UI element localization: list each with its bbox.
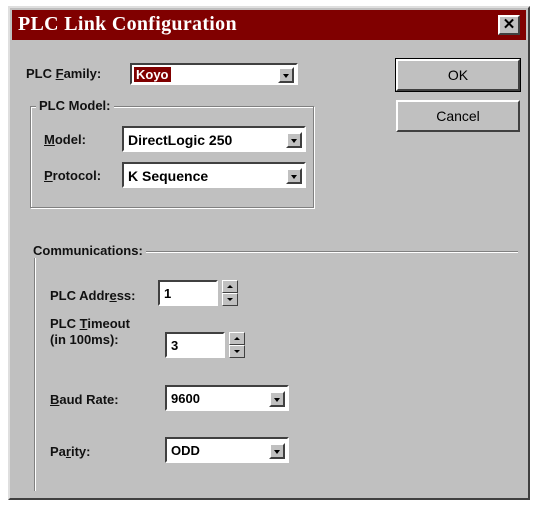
spin-down-icon[interactable] <box>222 293 238 306</box>
plc-timeout-label: PLC Timeout (in 100ms): <box>50 316 130 347</box>
parity-label: Parity: <box>50 444 91 459</box>
protocol-value: K Sequence <box>128 168 209 184</box>
plc-address-input[interactable]: 1 <box>158 280 218 306</box>
model-label: Model: <box>44 132 86 147</box>
communications-group-title: Communications: <box>30 243 146 258</box>
close-icon: ✕ <box>502 16 516 33</box>
communications-left-border <box>34 251 36 491</box>
baud-rate-value: 9600 <box>171 391 200 406</box>
cancel-button-label: Cancel <box>436 108 480 124</box>
chevron-down-icon[interactable] <box>286 132 302 148</box>
parity-value: ODD <box>171 443 200 458</box>
window-title: PLC Link Configuration <box>18 13 237 35</box>
plc-model-group <box>30 106 314 208</box>
baud-rate-label: Baud Rate: <box>50 392 119 407</box>
ok-button-label: OK <box>447 67 469 83</box>
cancel-button[interactable]: Cancel <box>396 100 520 132</box>
plc-family-select[interactable]: Koyo <box>130 63 298 85</box>
plc-timeout-input[interactable]: 3 <box>165 332 225 358</box>
close-button[interactable]: ✕ <box>498 15 520 35</box>
plc-family-value: Koyo <box>134 67 171 82</box>
plc-timeout-spinner[interactable] <box>229 332 245 358</box>
plc-address-spinner[interactable] <box>222 280 238 306</box>
plc-address-value: 1 <box>164 286 172 301</box>
chevron-down-icon[interactable] <box>269 443 285 459</box>
chevron-down-icon[interactable] <box>278 67 294 83</box>
ok-button[interactable]: OK <box>395 58 521 92</box>
title-bar[interactable]: PLC Link Configuration ✕ <box>12 10 526 40</box>
protocol-label: Protocol: <box>44 168 102 183</box>
plc-link-config-dialog: PLC Link Configuration ✕ PLC Family: Koy… <box>8 6 530 500</box>
chevron-down-icon[interactable] <box>269 391 285 407</box>
spin-up-icon[interactable] <box>229 332 245 345</box>
plc-address-label: PLC Address: <box>50 288 136 303</box>
plc-model-group-title: PLC Model: <box>36 98 114 113</box>
chevron-down-icon[interactable] <box>286 168 302 184</box>
parity-select[interactable]: ODD <box>165 437 289 463</box>
spin-up-icon[interactable] <box>222 280 238 293</box>
baud-rate-select[interactable]: 9600 <box>165 385 289 411</box>
model-select[interactable]: DirectLogic 250 <box>122 126 306 152</box>
protocol-select[interactable]: K Sequence <box>122 162 306 188</box>
plc-timeout-value: 3 <box>171 338 179 353</box>
model-value: DirectLogic 250 <box>128 132 233 148</box>
spin-down-icon[interactable] <box>229 345 245 358</box>
plc-family-label: PLC Family: <box>26 66 102 81</box>
